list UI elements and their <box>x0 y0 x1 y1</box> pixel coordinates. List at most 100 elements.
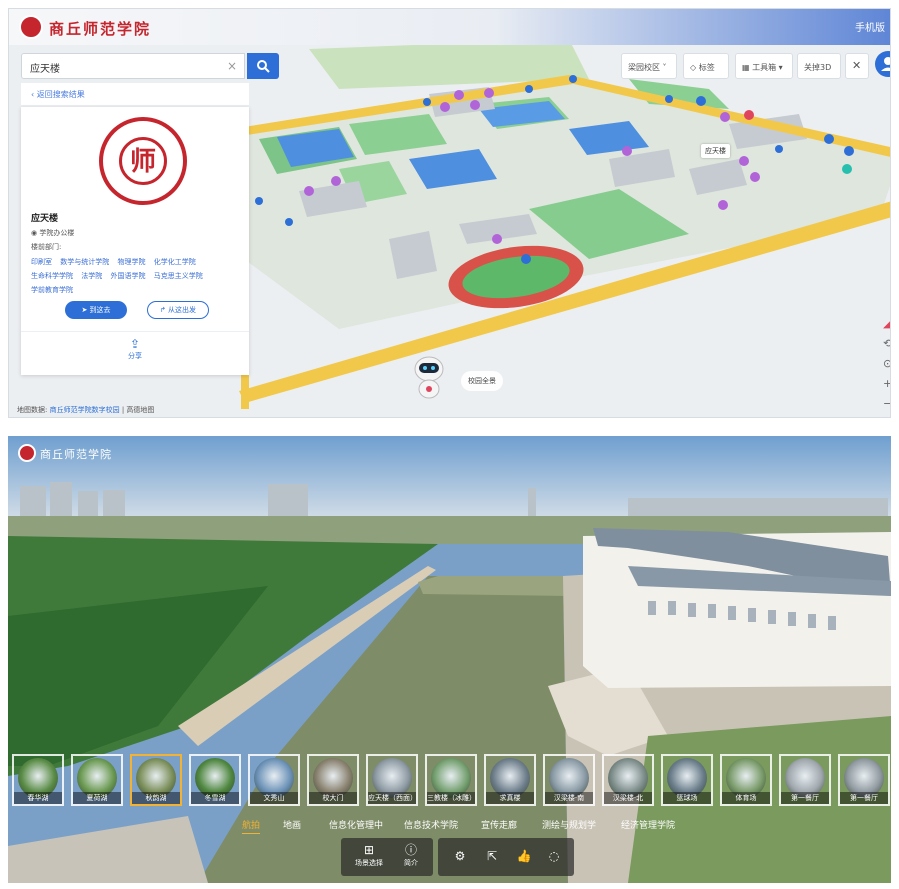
info-icon: ⓘ <box>404 843 417 857</box>
label-toggle-button[interactable]: ◇ 标签 <box>683 53 729 79</box>
tilt-view-icon[interactable]: ⊙ <box>883 357 890 370</box>
department-link[interactable]: 物理学院 <box>117 258 145 266</box>
mobile-version-link[interactable]: 手机版 <box>855 19 885 34</box>
category-tab[interactable]: 测绘与规划学 <box>542 818 596 831</box>
campus-panorama-button[interactable]: 校园全景 <box>461 371 503 391</box>
scene-label: 第一餐厅 <box>781 792 829 804</box>
settings-icon[interactable]: ⚙ <box>450 848 470 864</box>
scene-thumbnail[interactable]: 校大门 <box>307 754 359 806</box>
scene-label: 三教楼（冰雕） <box>427 792 475 804</box>
map-attribution: 地图数据: 商丘师范学院数字校园 | 高德地图 <box>17 406 155 414</box>
back-to-results-link[interactable]: ‹ 返回搜索结果 <box>21 83 249 105</box>
category-tab[interactable]: 航拍 <box>242 818 261 834</box>
department-link[interactable]: 数学与统计学院 <box>60 258 109 266</box>
navigate-icon: ➤ <box>81 306 90 314</box>
compass-icon[interactable]: ◢ <box>883 317 890 330</box>
tag-icon: ◇ <box>690 63 699 72</box>
attribution-link[interactable]: 商丘师范学院数字校园 <box>50 406 120 414</box>
department-link[interactable]: 学前教育学院 <box>31 286 73 294</box>
department-link[interactable]: 生命科学学院 <box>31 272 73 280</box>
scene-thumbnail[interactable]: 应天楼（西面） <box>366 754 418 806</box>
scene-label: 夏荷湖 <box>73 792 121 804</box>
user-account-button[interactable] <box>875 51 890 77</box>
back-link-label: 返回搜索结果 <box>36 90 85 99</box>
place-type: ◉ 学院办公楼 <box>31 229 75 237</box>
toolbox-icon: ▦ <box>742 63 753 72</box>
scene-thumbnail[interactable]: 汉梁楼·南 <box>543 754 595 806</box>
panorama-logo-text: 商丘师范学院 <box>40 448 112 461</box>
scene-label: 第一餐厅 <box>840 792 888 804</box>
department-link[interactable]: 化学化工学院 <box>154 258 196 266</box>
campus-select-dropdown[interactable]: 梁园校区 ˅ <box>621 53 677 79</box>
grid-icon: ⊞ <box>363 843 375 857</box>
department-link[interactable]: 马克思主义学院 <box>154 272 203 280</box>
scene-label: 秋韵湖 <box>132 792 180 804</box>
place-info-card: 师 应天楼 ◉ 学院办公楼 楼前部门: 印刷室 数学与统计学院 物理学院 化学化… <box>21 107 249 375</box>
user-icon <box>881 57 890 71</box>
scene-label: 篮球场 <box>663 792 711 804</box>
scene-thumbnail[interactable]: 汉梁楼·北 <box>602 754 654 806</box>
school-emblem-logo: 师 <box>99 117 187 205</box>
map-header-bar: 商丘师范学院 手机版 <box>9 9 890 45</box>
departments-label: 楼前部门: <box>31 243 62 251</box>
start-from-here-button[interactable]: ↱ 从这出发 <box>147 301 209 319</box>
scene-controls-right: ⚙ ⇱ 👍 ◌ <box>438 838 574 876</box>
scene-label: 冬雪湖 <box>191 792 239 804</box>
scene-label: 体育场 <box>722 792 770 804</box>
scene-select-button[interactable]: ⊞ 场景选择 <box>349 842 389 868</box>
intro-button[interactable]: ⓘ 简介 <box>397 842 425 868</box>
department-link[interactable]: 印刷室 <box>31 258 52 266</box>
scene-thumbnail[interactable]: 求真楼 <box>484 754 536 806</box>
route-icon: ↱ <box>159 306 169 314</box>
place-name: 应天楼 <box>31 214 59 224</box>
comment-icon[interactable]: ◌ <box>544 848 564 864</box>
category-tab[interactable]: 信息化管理中 <box>329 818 383 831</box>
scene-thumbnail[interactable]: 冬雪湖 <box>189 754 241 806</box>
campus-map-panel: 商丘师范学院 手机版 应天楼 × ‹ 返回搜索结果 师 应天楼 ◉ 学院办公楼 … <box>8 8 891 418</box>
scene-label: 文秀山 <box>250 792 298 804</box>
search-input[interactable]: 应天楼 <box>21 53 245 79</box>
share-button[interactable]: ⇪ 分享 <box>115 337 155 361</box>
fullscreen-toggle-icon[interactable]: ✕ <box>845 53 869 79</box>
school-seal-icon <box>19 15 43 39</box>
school-seal-icon <box>18 444 36 462</box>
clear-search-icon[interactable]: × <box>227 59 237 73</box>
card-divider <box>21 331 249 332</box>
category-tab[interactable]: 宣传走廊 <box>481 818 517 831</box>
robot-assistant-icon[interactable] <box>413 355 445 399</box>
scene-label: 求真楼 <box>486 792 534 804</box>
scene-thumbnail[interactable]: 三教楼（冰雕） <box>425 754 477 806</box>
category-tab[interactable]: 地画 <box>283 818 301 831</box>
scene-label: 校大门 <box>309 792 357 804</box>
go-here-button[interactable]: ➤ 到这去 <box>65 301 127 319</box>
zoom-out-button[interactable]: − <box>883 397 890 410</box>
search-button[interactable] <box>247 53 279 79</box>
category-tab[interactable]: 经济管理学院 <box>621 818 675 831</box>
scene-thumbnail[interactable]: 第一餐厅 <box>779 754 831 806</box>
scene-thumbnail-strip: 春华湖 夏荷湖 秋韵湖 冬雪湖 文秀山 校大门 应天楼（西面） 三教楼（冰雕） 求真楼 汉梁楼·南… <box>8 754 891 808</box>
toolbox-dropdown[interactable]: ▦ 工具箱 ▾ <box>735 53 793 79</box>
department-link[interactable]: 外国语学院 <box>110 272 145 280</box>
scene-thumbnail[interactable]: 第一餐厅 <box>838 754 890 806</box>
department-list: 印刷室 数学与统计学院 物理学院 化学化工学院 生命科学学院 法学院 外国语学院… <box>31 255 243 297</box>
scene-thumbnail[interactable]: 春华湖 <box>12 754 64 806</box>
scene-thumbnail[interactable]: 篮球场 <box>661 754 713 806</box>
toggle-3d-button[interactable]: 关掉3D <box>797 53 841 79</box>
scene-thumbnail[interactable]: 体育场 <box>720 754 772 806</box>
scene-label: 应天楼（西面） <box>368 792 416 804</box>
like-icon[interactable]: 👍 <box>514 848 534 864</box>
selected-building-tag[interactable]: 应天楼 <box>701 144 730 158</box>
category-tab[interactable]: 信息技术学院 <box>404 818 458 831</box>
search-icon <box>257 60 270 73</box>
scene-thumbnail[interactable]: 秋韵湖 <box>130 754 182 806</box>
zoom-in-button[interactable]: + <box>883 377 890 390</box>
scene-controls-left: ⊞ 场景选择 ⓘ 简介 <box>341 838 433 876</box>
scene-label: 春华湖 <box>14 792 62 804</box>
share-icon[interactable]: ⇱ <box>482 848 502 864</box>
scene-thumbnail[interactable]: 文秀山 <box>248 754 300 806</box>
campus-panorama-panel: 商丘师范学院 春华湖 夏荷湖 秋韵湖 冬雪湖 文秀山 校大门 应天楼（西面） 三教楼（冰雕） 求… <box>8 436 891 883</box>
scene-thumbnail[interactable]: 夏荷湖 <box>71 754 123 806</box>
department-link[interactable]: 法学院 <box>81 272 102 280</box>
rotate-view-icon[interactable]: ⟲ <box>883 337 890 350</box>
scene-label: 汉梁楼·南 <box>545 792 593 804</box>
